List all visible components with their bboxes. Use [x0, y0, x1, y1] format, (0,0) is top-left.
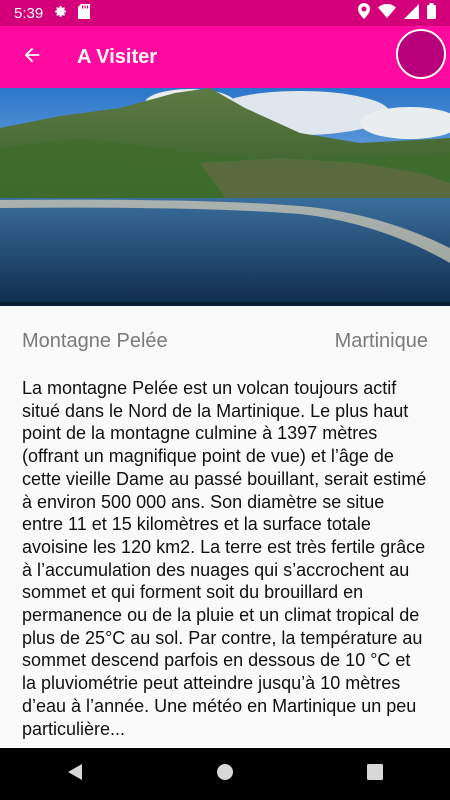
- status-time: 5:39: [14, 4, 44, 22]
- app-bar: A Visiter: [0, 26, 450, 88]
- back-triangle-icon: [66, 763, 84, 786]
- content-area: Montagne Pelée Martinique La montagne Pe…: [0, 306, 450, 748]
- sd-card-icon: [78, 3, 91, 23]
- recents-square-icon: [367, 763, 383, 785]
- wifi-icon: [378, 3, 396, 22]
- page-title: A Visiter: [77, 45, 158, 68]
- arrow-left-icon: [21, 44, 43, 71]
- location-icon: [358, 3, 370, 23]
- back-button[interactable]: [17, 42, 47, 72]
- nav-back-button[interactable]: [55, 754, 95, 794]
- gear-icon: [53, 4, 68, 23]
- avatar[interactable]: [396, 29, 446, 79]
- nav-recents-button[interactable]: [355, 754, 395, 794]
- home-circle-icon: [216, 763, 234, 786]
- place-name: Montagne Pelée: [22, 330, 168, 352]
- place-region: Martinique: [334, 330, 428, 352]
- battery-icon: [427, 3, 436, 23]
- status-bar: 5:39: [0, 0, 450, 26]
- hero-image: [0, 88, 450, 306]
- status-left: 5:39: [0, 3, 91, 23]
- nav-home-button[interactable]: [205, 754, 245, 794]
- title-row: Montagne Pelée Martinique: [0, 306, 450, 353]
- status-right: [358, 3, 450, 23]
- navigation-bar: [0, 748, 450, 800]
- place-description: La montagne Pelée est un volcan toujours…: [22, 378, 427, 739]
- signal-icon: [404, 3, 419, 23]
